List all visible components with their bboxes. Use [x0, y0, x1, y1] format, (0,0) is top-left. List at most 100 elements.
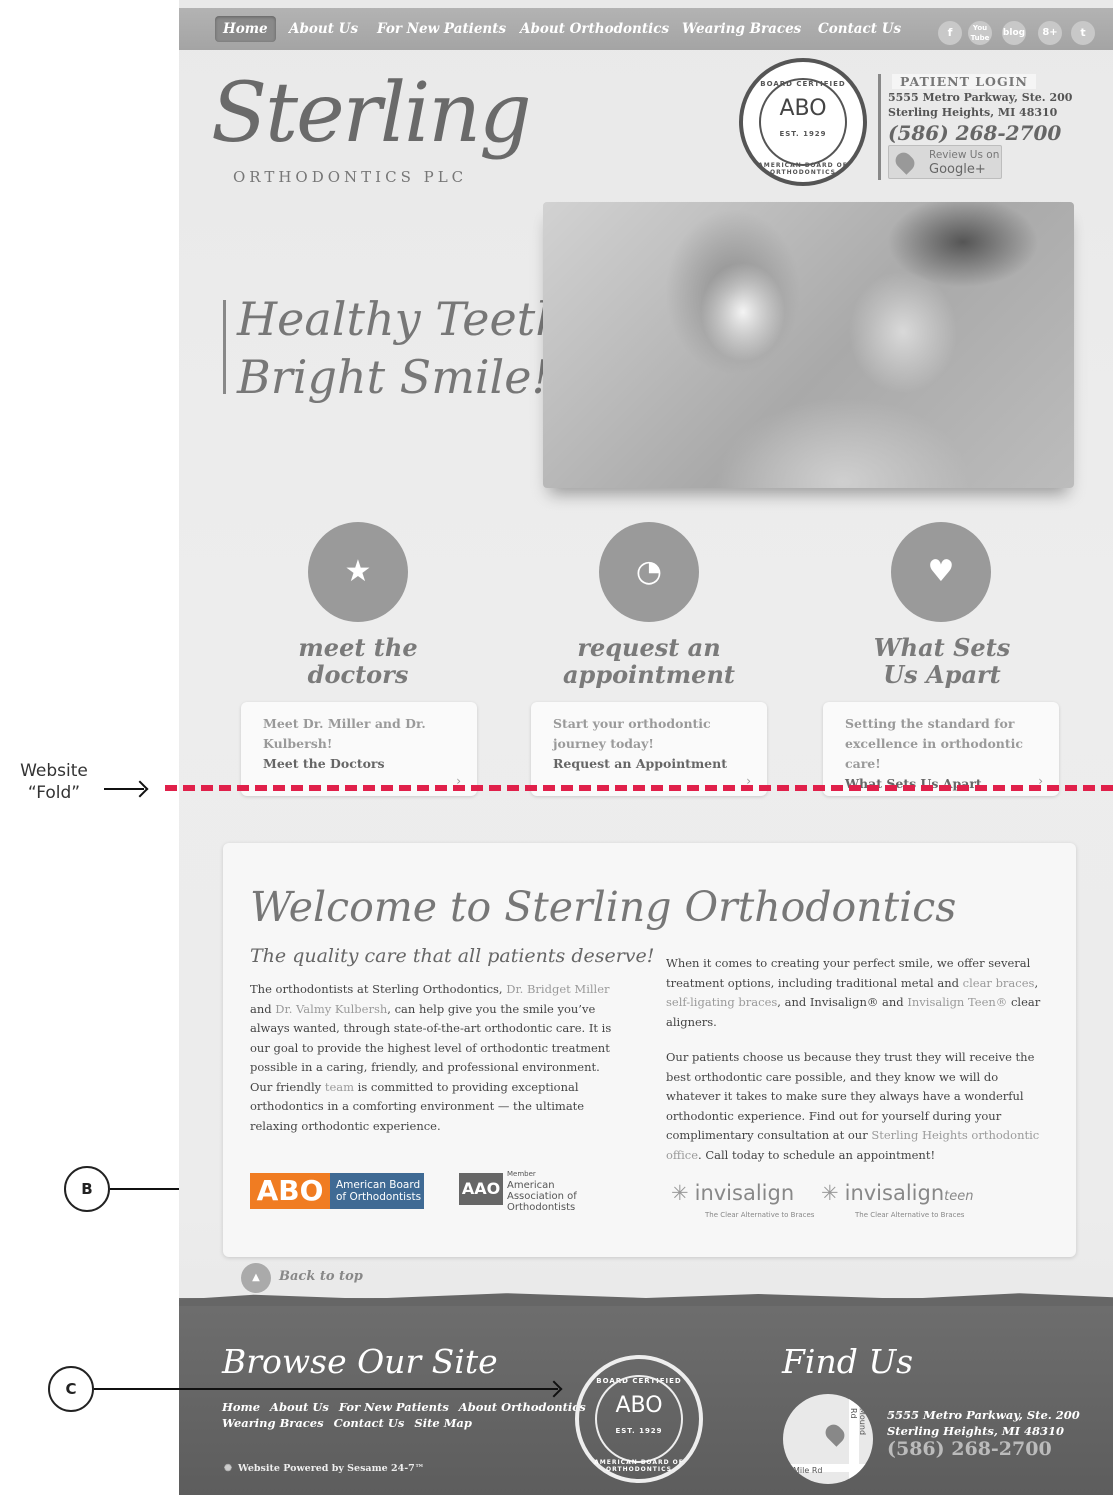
site-logo[interactable]: Sterling ORTHODONTICS PLC	[211, 58, 532, 188]
header-address-line2: Sterling Heights, MI 48310	[888, 106, 1058, 119]
footer-find-title: Find Us	[782, 1342, 914, 1381]
footer-link-new-patients[interactable]: For New Patients	[339, 1400, 449, 1414]
team-link[interactable]: team	[325, 1080, 354, 1094]
feature-card-apart: Setting the standard for excellence in o…	[823, 702, 1059, 796]
feature-card-appointment: Start your orthodontic journey today! Re…	[531, 702, 767, 796]
invisalign-teen-link[interactable]: Invisalign Teen®	[907, 995, 1007, 1009]
request-appointment-link[interactable]: Request an Appointment	[553, 754, 745, 774]
feature-title-line: What Sets	[873, 633, 1011, 662]
welcome-panel: Welcome to Sterling Orthodontics The qua…	[223, 843, 1076, 1257]
what-sets-apart-link[interactable]: What Sets Us Apart	[845, 774, 1037, 794]
sesame-logo-icon: ✺	[224, 1463, 232, 1474]
location-map[interactable]: Mile Rd Mound Rd	[783, 1394, 873, 1484]
dr-kulbersh-link[interactable]: Dr. Valmy Kulbersh	[275, 1002, 387, 1016]
feature-title-line: Us Apart	[883, 660, 1001, 689]
welcome-left-paragraph: The orthodontists at Sterling Orthodonti…	[250, 980, 620, 1136]
feature-title-line: doctors	[307, 660, 409, 689]
marker-c-arrow-icon	[94, 1388, 558, 1390]
aao-text-line: American	[507, 1180, 555, 1191]
heart-icon[interactable]: ♥	[891, 522, 991, 622]
footer-address-line2: Sterling Heights, MI 48310	[887, 1424, 1065, 1438]
footer-link-home[interactable]: Home	[222, 1400, 260, 1414]
text-run: and	[878, 995, 908, 1009]
invisalign-link[interactable]: Invisalign®	[810, 995, 879, 1009]
footer-link-wearing-braces[interactable]: Wearing Braces	[222, 1416, 324, 1430]
seal-est-text: EST. 1929	[615, 1427, 663, 1435]
nav-item-home[interactable]: Home	[215, 16, 276, 42]
annotation-marker-b: B	[64, 1166, 110, 1212]
fold-label-line2: “Fold”	[27, 783, 81, 803]
seal-abo-mark: ABO	[779, 96, 827, 121]
self-ligating-braces-link[interactable]: self-ligating braces	[666, 995, 777, 1009]
google-plus-icon[interactable]: 8+	[1038, 21, 1062, 45]
seal-bottom-text: AMERICAN BOARD OF ORTHODONTICS	[758, 162, 848, 176]
arrow-up-icon[interactable]: ▲	[241, 1263, 271, 1293]
abo-logo: ABO American Board of Orthodontists	[250, 1173, 434, 1209]
meet-doctors-link[interactable]: Meet the Doctors	[263, 754, 455, 774]
footer-link-contact-us[interactable]: Contact Us	[334, 1416, 405, 1430]
text-run: ,	[1034, 975, 1039, 990]
invisalign-star-icon: ✳	[671, 1181, 689, 1205]
nav-item-contact-us[interactable]: Contact Us	[818, 8, 901, 50]
fold-label-line1: Website	[20, 761, 88, 781]
google-review-button[interactable]: Review Us on Google+	[888, 145, 1002, 179]
abo-logo-mark: ABO	[250, 1173, 330, 1209]
clock-icon[interactable]: ◔	[599, 522, 699, 622]
nav-item-wearing-braces[interactable]: Wearing Braces	[682, 8, 801, 50]
invisalign-logo: ✳ invisalign The Clear Alternative to Bra…	[671, 1181, 814, 1219]
nav-item-new-patients[interactable]: For New Patients	[377, 8, 506, 50]
main-nav: Home About Us For New Patients About Ort…	[179, 8, 1113, 50]
invisalign-star-icon: ✳	[821, 1181, 839, 1205]
feature-desc: Start your orthodontic	[553, 716, 711, 731]
patient-login-link[interactable]: PATIENT LOGIN	[892, 74, 1036, 89]
header-address-line1: 5555 Metro Parkway, Ste. 200	[888, 91, 1073, 104]
feature-title-line: appointment	[563, 660, 735, 689]
footer-links-row1: Home About Us For New Patients About Orthod…	[222, 1400, 596, 1414]
text-run: and	[250, 1001, 276, 1016]
annotation-marker-c: C	[48, 1366, 94, 1412]
powered-by-label: Website Powered by Sesame 24-7™	[237, 1463, 425, 1474]
facebook-icon[interactable]: f	[938, 21, 962, 45]
feature-title-appointment[interactable]: request an appointment	[529, 634, 769, 688]
dr-miller-link[interactable]: Dr. Bridget Miller	[506, 982, 609, 996]
footer-phone[interactable]: (586) 268-2700	[887, 1438, 1052, 1460]
welcome-subtitle: The quality care that all patients deser…	[250, 945, 655, 967]
youtube-icon[interactable]: You Tube	[968, 21, 992, 45]
footer-link-about-us[interactable]: About Us	[270, 1400, 329, 1414]
feature-title-line: meet the	[298, 633, 418, 662]
feature-title-apart[interactable]: What Sets Us Apart	[822, 634, 1062, 688]
abo-logo-text-line: of Orthodontists	[336, 1191, 422, 1203]
nav-item-about-us[interactable]: About Us	[289, 8, 358, 50]
text-run: . Call today to schedule an appointment!	[698, 1147, 936, 1162]
header-phone[interactable]: (586) 268-2700	[888, 121, 1061, 145]
aao-logo: AAO Member American Association of Ortho…	[459, 1169, 599, 1213]
star-icon[interactable]: ★	[308, 522, 408, 622]
fold-arrow-icon	[104, 788, 144, 790]
abo-logo-text: American Board of Orthodontists	[330, 1173, 424, 1209]
footer-link-site-map[interactable]: Site Map	[414, 1416, 472, 1430]
website-canvas: Home About Us For New Patients About Ort…	[179, 0, 1113, 1495]
footer-link-about-orthodontics[interactable]: About Orthodontics	[459, 1400, 586, 1414]
twitter-icon[interactable]: t	[1071, 21, 1095, 45]
invisalign-teen-wordmark: invisalign	[844, 1181, 945, 1205]
hero-photo	[543, 202, 1074, 488]
hero-headline-line1: Healthy Teeth	[237, 292, 565, 346]
nav-item-about-orthodontics[interactable]: About Orthodontics	[520, 8, 669, 50]
back-to-top-label[interactable]: Back to top	[279, 1269, 363, 1284]
invisalign-wordmark: invisalign	[694, 1181, 795, 1205]
footer-links-row2: Wearing Braces Contact Us Site Map	[222, 1416, 482, 1430]
clear-braces-link[interactable]: clear braces	[963, 976, 1035, 990]
blog-icon[interactable]: blog	[1002, 21, 1026, 45]
feature-card-doctors: Meet Dr. Miller and Dr. Kulbersh! Meet t…	[241, 702, 477, 796]
site-footer: Browse Our Site Home About Us For New Pati…	[179, 1298, 1113, 1495]
seal-bottom-text: AMERICAN BOARD OF ORTHODONTICS	[594, 1459, 684, 1473]
powered-by-text[interactable]: ✺ Website Powered by Sesame 24-7™	[224, 1463, 424, 1474]
seal-inner-ring	[759, 78, 847, 166]
invisalign-teen-logo: ✳ invisalignteen The Clear Alternative to…	[821, 1181, 973, 1219]
feature-title-doctors[interactable]: meet the doctors	[238, 634, 478, 688]
map-road-label: Mile Rd	[793, 1466, 823, 1475]
aao-logo-mark: AAO	[459, 1173, 503, 1205]
feature-desc: Kulbersh!	[263, 736, 333, 751]
aao-text-line: Association of	[507, 1191, 577, 1202]
logo-subtitle: ORTHODONTICS PLC	[233, 168, 468, 186]
